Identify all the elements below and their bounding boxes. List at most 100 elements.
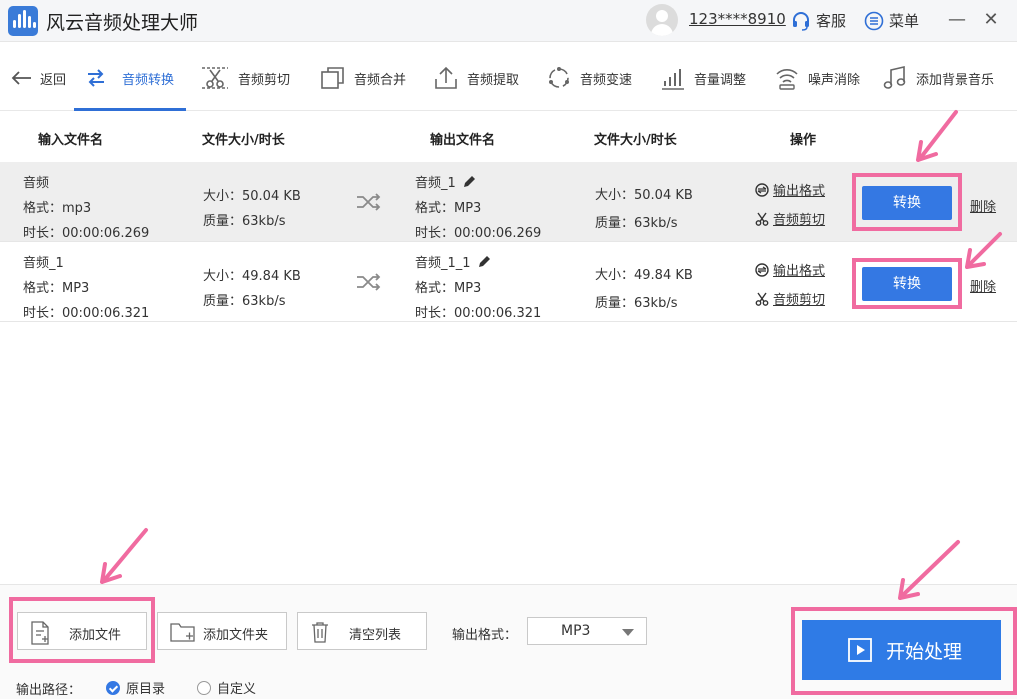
menu-button[interactable]: 菜单 — [864, 10, 919, 31]
output-format-link-label: 输出格式 — [773, 184, 826, 199]
tab-audio-convert[interactable]: 音频转换 — [74, 45, 186, 111]
user-avatar[interactable] — [646, 4, 678, 36]
shuffle-icon — [357, 193, 381, 211]
music-note-icon — [883, 65, 906, 89]
add-file-button[interactable]: 添加文件 — [17, 612, 147, 650]
user-account-link[interactable]: 123****8910 — [689, 10, 786, 28]
edit-pencil-icon[interactable] — [477, 255, 491, 269]
speed-icon — [549, 67, 569, 88]
output-file-name: 音频_1_1 — [415, 256, 471, 271]
output-duration: 时长：00:00:06.321 — [415, 306, 542, 321]
tab-label: 音频转换 — [122, 72, 175, 88]
output-file-name-field[interactable]: 音频_1_1 — [415, 252, 491, 271]
add-file-label: 添加文件 — [69, 628, 122, 643]
table-row[interactable]: 音频_1 格式：MP3 时长：00:00:06.321 大小：49.84 KB … — [0, 242, 1017, 322]
output-path-label: 输出路径： — [16, 683, 82, 698]
play-icon — [848, 638, 872, 662]
tab-volume-adjust[interactable]: 音量调整 — [660, 45, 746, 111]
input-file-name: 音频 — [23, 176, 50, 191]
tab-audio-cut[interactable]: 音频剪切 — [200, 45, 290, 111]
output-format-link-label: 输出格式 — [773, 264, 826, 279]
annotation-arrow-icon — [916, 110, 958, 162]
tab-add-background-music[interactable]: 添加背景音乐 — [882, 45, 994, 111]
column-header-input-name: 输入文件名 — [38, 133, 104, 148]
tab-label: 音频剪切 — [238, 72, 291, 88]
volume-bars-icon — [662, 69, 684, 90]
add-folder-label: 添加文件夹 — [203, 628, 269, 643]
tab-noise-removal[interactable]: 噪声消除 — [774, 45, 860, 111]
delete-link[interactable]: 删除 — [970, 196, 996, 215]
audio-cut-link-label: 音频剪切 — [773, 293, 826, 308]
noise-icon — [776, 69, 798, 90]
shuffle-icon — [357, 273, 381, 291]
tab-label: 音量调整 — [694, 72, 747, 88]
output-format-link[interactable]: 输出格式 — [755, 180, 825, 199]
add-folder-button[interactable]: 添加文件夹 — [157, 612, 287, 650]
output-file-name: 音频_1 — [415, 176, 456, 191]
customer-service-label: 客服 — [816, 12, 847, 30]
output-format: 格式：MP3 — [415, 281, 482, 296]
tab-audio-extract[interactable]: 音频提取 — [433, 45, 519, 111]
convert-button[interactable]: 转换 — [862, 267, 952, 301]
add-folder-icon — [170, 623, 195, 642]
column-header-output-name: 输出文件名 — [430, 133, 496, 148]
scissors-icon — [755, 212, 769, 226]
output-format-link[interactable]: 输出格式 — [755, 260, 825, 279]
back-button[interactable]: 返回 — [10, 45, 66, 111]
output-duration: 时长：00:00:06.269 — [415, 226, 542, 241]
chevron-down-icon — [622, 629, 634, 636]
close-button[interactable]: ✕ — [980, 9, 1002, 31]
back-label: 返回 — [40, 72, 67, 88]
format-icon — [755, 262, 769, 277]
app-logo-icon — [8, 6, 38, 36]
delete-link[interactable]: 删除 — [970, 276, 996, 295]
output-size: 大小：50.04 KB — [595, 188, 693, 203]
app-title: 风云音频处理大师 — [46, 12, 199, 34]
edit-pencil-icon[interactable] — [462, 175, 476, 189]
feature-toolbar: 返回 音频转换 音频剪切 音频合并 音频提取 音频变速 音量调整 噪声消除 添加… — [0, 45, 1017, 111]
input-quality: 质量：63kb/s — [203, 214, 286, 229]
tab-label: 音频变速 — [580, 72, 633, 88]
menu-icon — [864, 11, 884, 30]
tab-label: 音频合并 — [354, 72, 407, 88]
input-format: 格式：mp3 — [23, 201, 92, 216]
path-option-original-radio[interactable]: 原目录 — [106, 678, 165, 697]
scissors-icon — [202, 67, 228, 89]
add-file-icon — [31, 621, 49, 645]
back-arrow-icon — [11, 71, 31, 85]
output-format: 格式：MP3 — [415, 201, 482, 216]
output-size: 大小：49.84 KB — [595, 268, 693, 283]
tab-audio-speed[interactable]: 音频变速 — [546, 45, 632, 111]
file-table-header: 输入文件名 文件大小/时长 输出文件名 文件大小/时长 操作 — [0, 112, 1017, 162]
audio-cut-link[interactable]: 音频剪切 — [755, 289, 825, 308]
column-header-actions: 操作 — [790, 133, 817, 148]
customer-service-button[interactable]: 客服 — [791, 10, 846, 31]
input-duration: 时长：00:00:06.269 — [23, 226, 150, 241]
input-file-name: 音频_1 — [23, 256, 64, 271]
tab-label: 音频提取 — [467, 72, 520, 88]
trash-icon — [312, 622, 328, 643]
output-format-select[interactable]: MP3 — [527, 617, 647, 645]
audio-cut-link[interactable]: 音频剪切 — [755, 209, 825, 228]
path-option-custom-radio[interactable]: 自定义 — [197, 678, 256, 697]
output-format-label: 输出格式： — [452, 628, 518, 643]
convert-icon — [88, 69, 104, 87]
input-size: 大小：49.84 KB — [203, 269, 301, 284]
annotation-arrow-icon — [100, 528, 148, 584]
table-row[interactable]: 音频 格式：mp3 时长：00:00:06.269 大小：50.04 KB 质量… — [0, 162, 1017, 242]
minimize-button[interactable]: — — [946, 9, 968, 31]
output-file-name-field[interactable]: 音频_1 — [415, 172, 476, 191]
tab-label: 噪声消除 — [808, 72, 861, 88]
clear-list-button[interactable]: 清空列表 — [297, 612, 427, 650]
start-processing-button[interactable]: 开始处理 — [802, 620, 1001, 680]
column-header-input-size: 文件大小/时长 — [202, 133, 285, 148]
convert-button[interactable]: 转换 — [862, 186, 952, 220]
path-option-custom-label: 自定义 — [217, 682, 257, 697]
merge-icon — [321, 67, 344, 89]
upload-icon — [435, 66, 457, 89]
input-quality: 质量：63kb/s — [203, 294, 286, 309]
input-format: 格式：MP3 — [23, 281, 90, 296]
output-format-value: MP3 — [561, 623, 591, 639]
headset-icon — [793, 11, 809, 31]
tab-audio-merge[interactable]: 音频合并 — [320, 45, 406, 111]
